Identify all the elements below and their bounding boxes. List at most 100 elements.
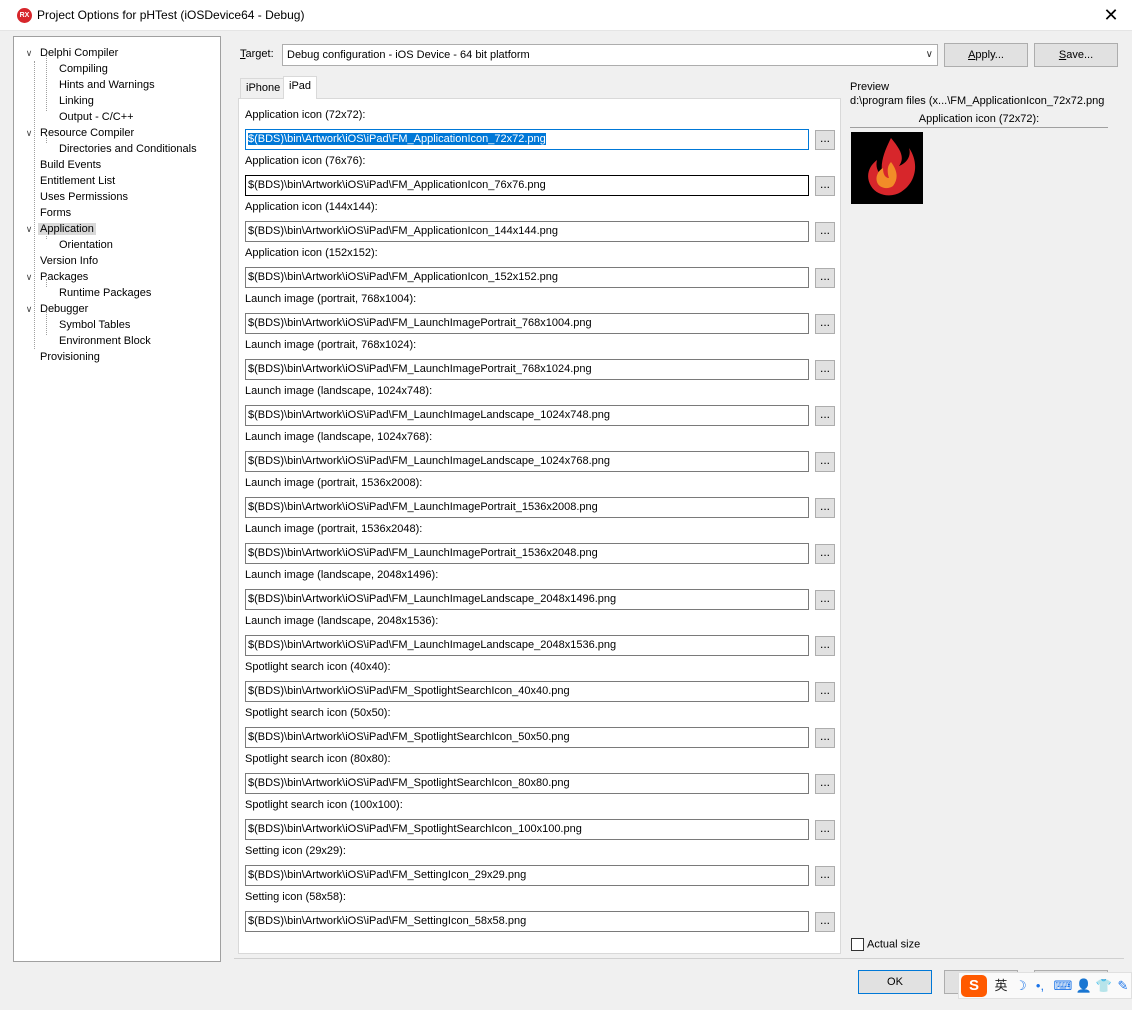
image-path-input[interactable]: $(BDS)\bin\Artwork\iOS\iPad\FM_Applicati… — [245, 175, 809, 196]
image-path-input[interactable]: $(BDS)\bin\Artwork\iOS\iPad\FM_Applicati… — [245, 267, 809, 288]
image-path-input[interactable]: $(BDS)\bin\Artwork\iOS\iPad\FM_SettingIc… — [245, 865, 809, 886]
image-path-input[interactable]: $(BDS)\bin\Artwork\iOS\iPad\FM_LaunchIma… — [245, 543, 809, 564]
image-path-value: $(BDS)\bin\Artwork\iOS\iPad\FM_Applicati… — [248, 133, 546, 145]
window-title: Project Options for pHTest (iOSDevice64 … — [37, 8, 305, 22]
tree-item-forms[interactable]: Forms — [38, 205, 73, 221]
expand-chevron-icon[interactable]: ∨ — [24, 269, 34, 285]
skin-shirt-icon[interactable]: 👕 — [1095, 976, 1113, 996]
image-path-input[interactable]: $(BDS)\bin\Artwork\iOS\iPad\FM_Spotlight… — [245, 727, 809, 748]
tree-item-uses-permissions[interactable]: Uses Permissions — [38, 189, 130, 205]
field-label: Launch image (portrait, 768x1004): — [245, 293, 417, 305]
tree-item-symbol-tables[interactable]: Symbol Tables — [57, 317, 132, 333]
image-path-input[interactable]: $(BDS)\bin\Artwork\iOS\iPad\FM_LaunchIma… — [245, 451, 809, 472]
actual-size-checkbox[interactable]: Actual size — [851, 938, 920, 951]
expand-chevron-icon[interactable]: ∨ — [24, 301, 34, 317]
field-label: Spotlight search icon (100x100): — [245, 799, 403, 811]
close-button[interactable]: ✕ — [1100, 5, 1122, 25]
browse-button[interactable]: ... — [815, 222, 835, 242]
tree-item-application[interactable]: ∨ Application — [26, 221, 96, 237]
toolbox-icon[interactable]: ✎ — [1115, 976, 1131, 996]
image-path-input[interactable]: $(BDS)\bin\Artwork\iOS\iPad\FM_Spotlight… — [245, 819, 809, 840]
browse-button[interactable]: ... — [815, 636, 835, 656]
tree-item-label: Uses Permissions — [40, 191, 129, 203]
expand-chevron-icon[interactable]: ∨ — [24, 125, 34, 141]
image-path-input[interactable]: $(BDS)\bin\Artwork\iOS\iPad\FM_Applicati… — [245, 221, 809, 242]
tree-item-delphi-compiler[interactable]: ∨ Delphi Compiler — [26, 45, 120, 61]
field-label: Application icon (76x76): — [245, 155, 366, 167]
image-path-input[interactable]: $(BDS)\bin\Artwork\iOS\iPad\FM_LaunchIma… — [245, 405, 809, 426]
tree-item-label: Compiling — [59, 63, 108, 75]
tree-item-linking[interactable]: Linking — [57, 93, 96, 109]
browse-button[interactable]: ... — [815, 176, 835, 196]
expand-chevron-icon[interactable]: ∨ — [24, 45, 34, 61]
checkbox-box[interactable] — [851, 938, 864, 951]
browse-button[interactable]: ... — [815, 360, 835, 380]
browse-button[interactable]: ... — [815, 866, 835, 886]
tree-item-entitlement-list[interactable]: Entitlement List — [38, 173, 117, 189]
tab-iphone[interactable]: iPhone — [240, 78, 287, 98]
image-path-input[interactable]: $(BDS)\bin\Artwork\iOS\iPad\FM_Spotlight… — [245, 681, 809, 702]
image-path-input[interactable]: $(BDS)\bin\Artwork\iOS\iPad\FM_SettingIc… — [245, 911, 809, 932]
image-path-value: $(BDS)\bin\Artwork\iOS\iPad\FM_LaunchIma… — [248, 363, 592, 375]
browse-button[interactable]: ... — [815, 314, 835, 334]
apply-button[interactable]: Apply... — [944, 43, 1028, 67]
image-path-input[interactable]: $(BDS)\bin\Artwork\iOS\iPad\FM_Spotlight… — [245, 773, 809, 794]
options-tree[interactable]: ∨ Delphi Compiler Compiling Hints and Warni… — [13, 36, 221, 962]
image-path-value: $(BDS)\bin\Artwork\iOS\iPad\FM_Applicati… — [248, 271, 558, 283]
tree-item-label: Resource Compiler — [40, 127, 135, 139]
tree-item-output-c-c[interactable]: Output - C/C++ — [57, 109, 136, 125]
tree-item-label: Symbol Tables — [59, 319, 131, 331]
browse-button[interactable]: ... — [815, 130, 835, 150]
browse-button[interactable]: ... — [815, 406, 835, 426]
browse-button[interactable]: ... — [815, 268, 835, 288]
punctuation-icon[interactable]: •, — [1031, 976, 1049, 996]
tree-item-packages[interactable]: ∨ Packages — [26, 269, 90, 285]
divider — [850, 127, 1108, 128]
user-icon[interactable]: 👤 — [1075, 976, 1093, 996]
browse-button[interactable]: ... — [815, 498, 835, 518]
target-select[interactable]: Debug configuration - iOS Device - 64 bi… — [282, 44, 938, 66]
image-path-input[interactable]: $(BDS)\bin\Artwork\iOS\iPad\FM_Applicati… — [245, 129, 809, 150]
image-path-value: $(BDS)\bin\Artwork\iOS\iPad\FM_LaunchIma… — [248, 455, 610, 467]
tree-item-label: Environment Block — [59, 335, 151, 347]
tree-item-label: Entitlement List — [40, 175, 116, 187]
ime-toolbar[interactable]: S 英 ☽ •, ⌨ 👤 👕 ✎ — [958, 972, 1132, 999]
image-path-input[interactable]: $(BDS)\bin\Artwork\iOS\iPad\FM_LaunchIma… — [245, 359, 809, 380]
browse-button[interactable]: ... — [815, 682, 835, 702]
tree-item-label: Forms — [40, 207, 72, 219]
browse-button[interactable]: ... — [815, 774, 835, 794]
save-button[interactable]: Save... — [1034, 43, 1118, 67]
tree-item-orientation[interactable]: Orientation — [57, 237, 115, 253]
browse-button[interactable]: ... — [815, 452, 835, 472]
expand-chevron-icon[interactable]: ∨ — [24, 221, 34, 237]
browse-button[interactable]: ... — [815, 544, 835, 564]
tree-item-hints-and-warnings[interactable]: Hints and Warnings — [57, 77, 157, 93]
sogou-logo-icon[interactable]: S — [961, 975, 987, 997]
tree-item-provisioning[interactable]: Provisioning — [38, 349, 102, 365]
actual-size-label: Actual size — [867, 938, 921, 951]
tree-item-build-events[interactable]: Build Events — [38, 157, 103, 173]
image-path-value: $(BDS)\bin\Artwork\iOS\iPad\FM_SettingIc… — [248, 915, 527, 927]
image-path-input[interactable]: $(BDS)\bin\Artwork\iOS\iPad\FM_LaunchIma… — [245, 313, 809, 334]
image-path-input[interactable]: $(BDS)\bin\Artwork\iOS\iPad\FM_LaunchIma… — [245, 589, 809, 610]
tab-ipad[interactable]: iPad — [283, 76, 318, 99]
tree-item-version-info[interactable]: Version Info — [38, 253, 100, 269]
ime-language-toggle[interactable]: 英 — [991, 976, 1011, 996]
tree-item-debugger[interactable]: ∨ Debugger — [26, 301, 90, 317]
browse-button[interactable]: ... — [815, 728, 835, 748]
keyboard-icon[interactable]: ⌨ — [1053, 976, 1073, 996]
image-path-input[interactable]: $(BDS)\bin\Artwork\iOS\iPad\FM_LaunchIma… — [245, 635, 809, 656]
tree-item-resource-compiler[interactable]: ∨ Resource Compiler — [26, 125, 136, 141]
ok-button[interactable]: OK — [858, 970, 932, 994]
tree-item-directories-and-conditionals[interactable]: Directories and Conditionals — [57, 141, 199, 157]
moon-icon[interactable]: ☽ — [1013, 976, 1029, 996]
tree-item-runtime-packages[interactable]: Runtime Packages — [57, 285, 153, 301]
tree-item-environment-block[interactable]: Environment Block — [57, 333, 153, 349]
browse-button[interactable]: ... — [815, 912, 835, 932]
tree-item-label: Hints and Warnings — [59, 79, 155, 91]
browse-button[interactable]: ... — [815, 820, 835, 840]
tree-item-compiling[interactable]: Compiling — [57, 61, 110, 77]
field-label: Application icon (152x152): — [245, 247, 378, 259]
browse-button[interactable]: ... — [815, 590, 835, 610]
image-path-input[interactable]: $(BDS)\bin\Artwork\iOS\iPad\FM_LaunchIma… — [245, 497, 809, 518]
